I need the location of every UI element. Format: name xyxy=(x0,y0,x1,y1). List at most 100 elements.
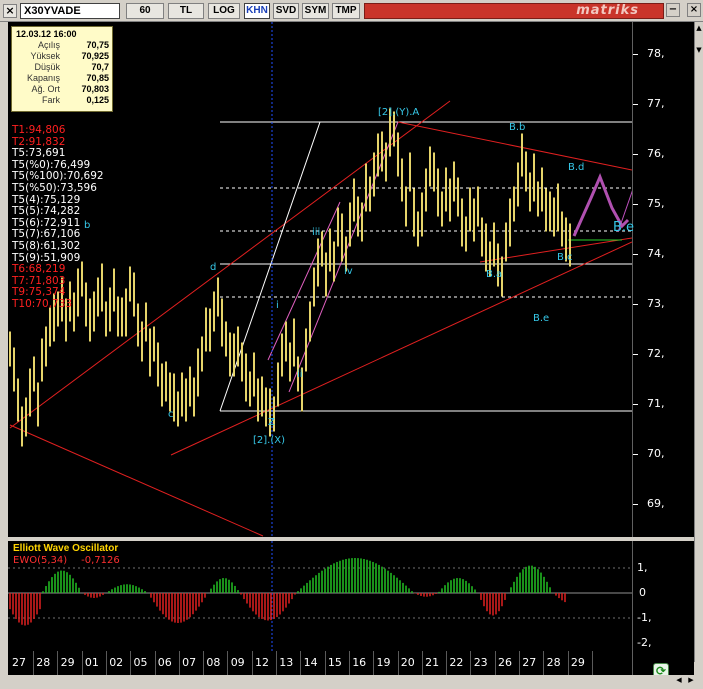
date-tick-label: 14 xyxy=(303,656,318,669)
price-tick-label: 71, xyxy=(647,397,665,410)
info-datetime: 12.03.12 16:00 xyxy=(16,29,77,39)
price-tick-label: 78, xyxy=(647,47,665,60)
date-gridline xyxy=(178,651,180,675)
trend-line xyxy=(9,424,264,537)
svd-button[interactable]: SVD xyxy=(273,3,299,19)
info-row-change: Fark 0,125 xyxy=(42,95,109,105)
date-tick-label: 07 xyxy=(182,656,197,669)
date-tick-label: 16 xyxy=(352,656,367,669)
price-tick-mark xyxy=(633,504,638,505)
target-level-label: T5(%50):73,596 xyxy=(12,182,97,194)
target-level-label: T9:75,374 xyxy=(12,286,66,299)
price-tick-label: 70, xyxy=(647,447,665,460)
date-gridline xyxy=(203,651,205,675)
target-level-label: T5(%100):70,692 xyxy=(12,170,104,183)
target-level-label: T1:94,806 xyxy=(12,124,66,136)
sym-button[interactable]: SYM xyxy=(302,3,329,19)
date-gridline xyxy=(81,651,83,675)
date-gridline xyxy=(324,651,326,675)
price-tick-mark xyxy=(633,254,638,255)
forecast-line xyxy=(617,190,632,233)
channel-line xyxy=(267,201,341,361)
osc-tick: -1, xyxy=(637,611,652,624)
date-gridline xyxy=(348,651,350,675)
price-tick-mark xyxy=(633,104,638,105)
date-gridline xyxy=(33,651,34,675)
wave-label-ii: ii xyxy=(297,369,303,380)
price-axis: 78, 77, 76, 75, 74, 73, 72, 71, 70, 69, xyxy=(632,22,694,537)
date-gridline xyxy=(105,651,107,675)
price-tick-label: 72, xyxy=(647,347,665,360)
scroll-right-icon[interactable]: ▶ xyxy=(686,676,696,686)
price-tick-label: 76, xyxy=(647,147,665,160)
date-tick-label: 05 xyxy=(133,656,148,669)
close-window-icon[interactable]: × xyxy=(3,4,17,18)
price-tick-mark xyxy=(633,54,638,55)
wave-label-z: Z xyxy=(268,417,275,428)
khn-button[interactable]: KHN xyxy=(244,3,270,19)
date-tick-label: 08 xyxy=(206,656,221,669)
target-level-label: T7:71,803 xyxy=(12,274,66,287)
scroll-down-icon[interactable]: ▼ xyxy=(695,46,703,56)
date-tick-label: 19 xyxy=(376,656,391,669)
date-gridline xyxy=(300,651,302,675)
date-gridline xyxy=(397,651,399,675)
price-tick-label: 75, xyxy=(647,197,665,210)
date-tick-label: 29 xyxy=(570,656,585,669)
date-gridline xyxy=(227,651,229,675)
vertical-scrollbar[interactable]: ▲ ▼ xyxy=(694,22,703,662)
wave-label-d: d xyxy=(210,262,217,273)
date-tick-label: 23 xyxy=(473,656,488,669)
wave-label-y-a: [2].(Y).A xyxy=(378,107,420,118)
minimize-icon[interactable]: − xyxy=(666,3,680,17)
date-tick-label: 13 xyxy=(279,656,294,669)
target-level-label: T10:70,733 xyxy=(12,298,73,310)
price-tick-mark xyxy=(633,454,638,455)
tl-button[interactable]: TL xyxy=(168,3,204,19)
date-gridline xyxy=(154,651,156,675)
oscillator-axis: 1, 0 -1, -2, xyxy=(632,541,694,651)
date-gridline xyxy=(470,651,472,675)
brand-bar: matriks xyxy=(364,3,664,19)
price-tick-mark xyxy=(633,354,638,355)
target-level-label: T2:91,832 xyxy=(12,135,66,148)
oscillator-value: -0,7126 xyxy=(81,555,120,566)
log-button[interactable]: LOG xyxy=(208,3,240,19)
wave-label-b-d: B.d xyxy=(568,162,585,173)
date-tick-label: 02 xyxy=(109,656,124,669)
target-level-label: T5(6):72,911 xyxy=(12,216,81,229)
target-level-label: T5(8):61,302 xyxy=(12,240,81,252)
scroll-left-icon[interactable]: ◀ xyxy=(674,676,684,686)
price-tick-mark xyxy=(633,304,638,305)
date-tick-label: 12 xyxy=(255,656,269,669)
target-level-label: T5(5):74,282 xyxy=(12,205,81,218)
date-gridline xyxy=(251,651,253,675)
price-tick-mark xyxy=(633,154,638,155)
date-tick-label: 28 xyxy=(36,656,51,669)
left-gutter xyxy=(0,22,8,662)
wave-label-b-e-large: B.e xyxy=(613,220,635,235)
close-icon[interactable]: × xyxy=(687,3,701,17)
price-tick-mark xyxy=(633,204,638,205)
info-row-high: Yüksek 70,925 xyxy=(30,51,109,61)
wave-label-iii: iii xyxy=(312,227,321,238)
wave-label-b-a: B.a xyxy=(486,269,503,280)
wave-label-x: [2].(X) xyxy=(253,435,285,446)
date-tick-label: 27 xyxy=(522,656,537,669)
wave-label-b-b: B.b xyxy=(509,122,526,133)
info-row-weighted-avg: Ağ. Ort 70,803 xyxy=(31,84,109,94)
oscillator-indicator: EWO(5,34) -0,7126 xyxy=(13,555,120,566)
symbol-input[interactable]: X30YVADE xyxy=(20,3,120,19)
date-axis: 27 28 29 01 02 05 06 07 08 09 12 13 14 15 16 19 20 21 22 23… xyxy=(8,651,632,675)
date-gridline xyxy=(543,651,545,675)
price-tick-mark xyxy=(633,404,638,405)
brand-logo: matriks xyxy=(576,3,639,18)
tmp-button[interactable]: TMP xyxy=(332,3,360,19)
info-row-open: Açılış 70,75 xyxy=(37,40,109,50)
scroll-up-icon[interactable]: ▲ xyxy=(695,24,703,34)
date-tick-label: 29 xyxy=(60,656,75,669)
horizontal-scrollbar[interactable] xyxy=(0,675,703,689)
interval-button[interactable]: 60 xyxy=(126,3,164,19)
date-gridline xyxy=(130,651,132,675)
date-gridline xyxy=(591,651,593,675)
